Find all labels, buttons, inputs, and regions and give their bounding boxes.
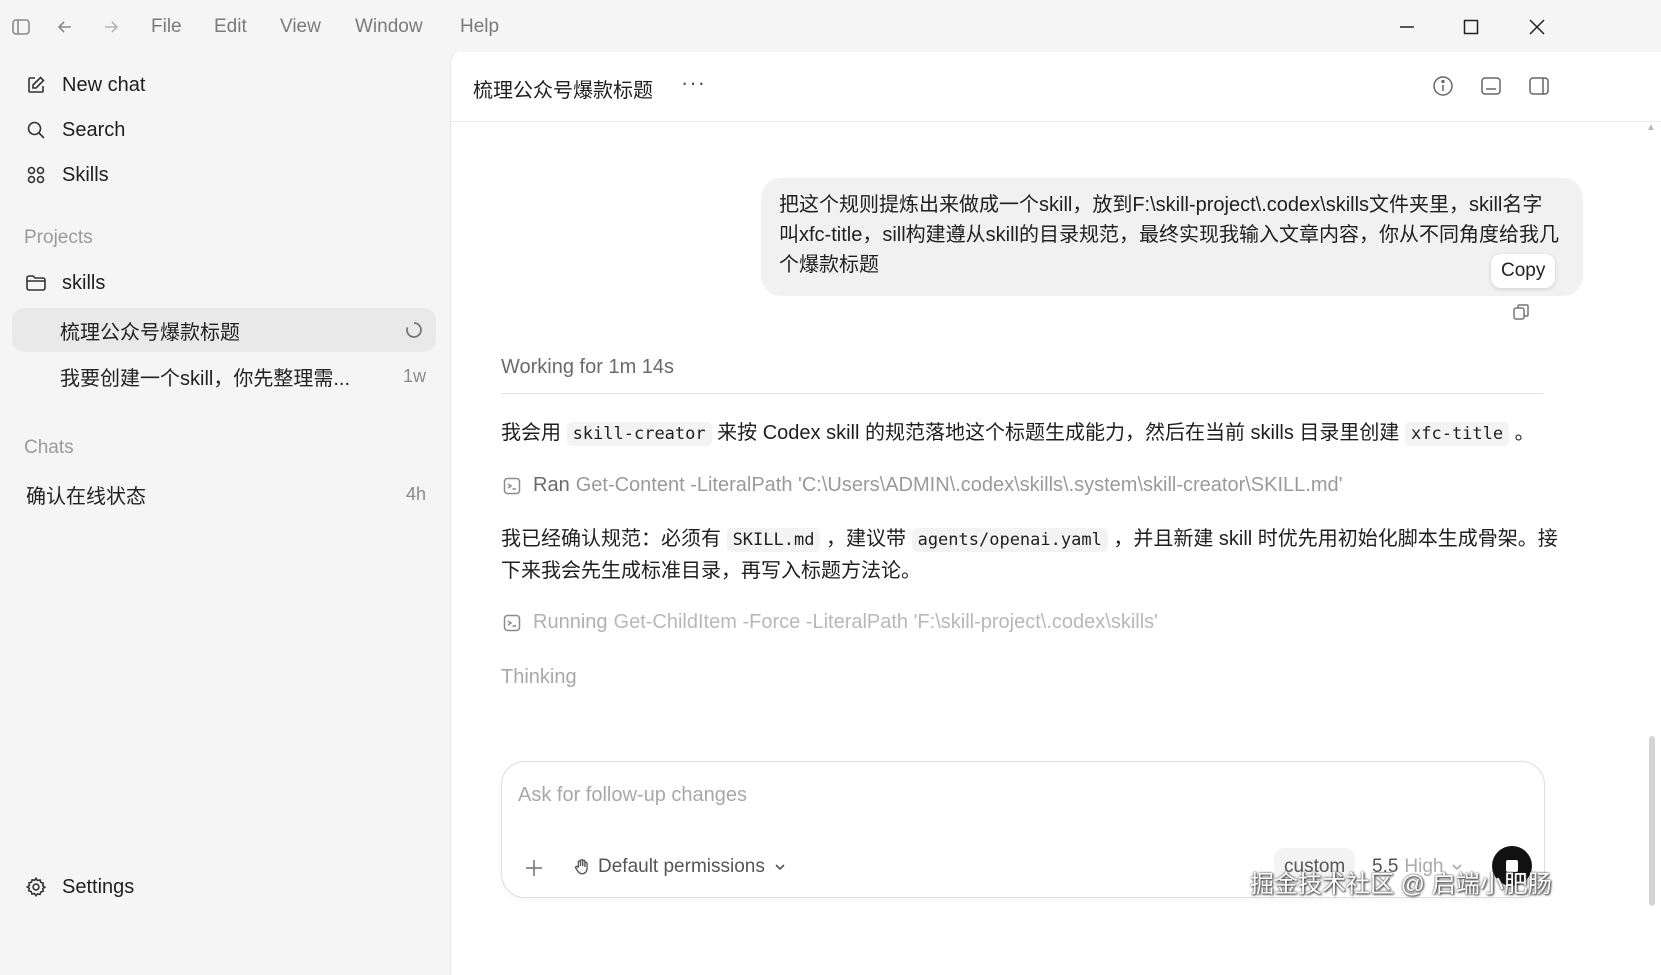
thread-item-active[interactable]: 梳理公众号爆款标题 [12, 308, 436, 352]
chat-title: 确认在线状态 [26, 485, 146, 508]
scrollbar[interactable] [1649, 736, 1655, 906]
side-panel-icon[interactable] [1525, 72, 1553, 100]
command-verb: Running [533, 611, 608, 633]
command-text: Get-ChildItem -Force -LiteralPath 'F:\sk… [613, 611, 1158, 633]
thinking-indicator: Thinking [501, 666, 577, 688]
permissions-dropdown[interactable]: Default permissions [572, 856, 787, 878]
text-segment: 来按 Codex skill 的规范落地这个标题生成能力，然后在当前 skill… [711, 422, 1405, 444]
loading-spinner-icon [404, 320, 424, 340]
assistant-paragraph: 我会用 skill-creator 来按 Codex skill 的规范落地这个… [501, 418, 1561, 450]
new-chat-label: New chat [62, 73, 146, 96]
maximize-button[interactable] [1456, 12, 1486, 42]
search-label: Search [62, 118, 126, 141]
scroll-up-icon[interactable]: ▲ [1646, 122, 1656, 133]
edit-icon [24, 73, 48, 97]
menu-view[interactable]: View [280, 16, 321, 38]
search-button[interactable]: Search [24, 113, 125, 147]
text-segment: ，建议带 [820, 528, 912, 550]
terminal-icon [501, 475, 523, 497]
skills-button[interactable]: Skills [24, 158, 109, 192]
copy-tooltip: Copy [1491, 254, 1556, 288]
search-icon [24, 118, 48, 142]
command-running-row[interactable]: Running Get-ChildItem -Force -LiteralPat… [501, 611, 1158, 634]
info-icon[interactable] [1429, 72, 1457, 100]
hand-icon [572, 857, 592, 877]
skills-label: Skills [62, 163, 109, 186]
text-segment: 我已经确认规范：必须有 [501, 528, 727, 550]
new-chat-button[interactable]: New chat [24, 68, 145, 102]
add-attachment-button[interactable] [520, 854, 548, 882]
sidebar-toggle-icon[interactable] [8, 14, 34, 40]
command-text: Get-Content -LiteralPath 'C:\Users\ADMIN… [575, 474, 1343, 496]
skills-grid-icon [24, 163, 48, 187]
command-ran-row[interactable]: Ran Get-Content -LiteralPath 'C:\Users\A… [501, 474, 1342, 497]
copy-icon[interactable] [1509, 300, 1533, 324]
assistant-paragraph: 我已经确认规范：必须有 SKILL.md ，建议带 agents/openai.… [501, 524, 1561, 587]
gear-icon [24, 875, 48, 899]
projects-section-label: Projects [24, 227, 93, 248]
settings-button[interactable]: Settings [24, 870, 134, 904]
inline-code: xfc-title [1405, 422, 1510, 446]
more-options-button[interactable]: ··· [681, 70, 706, 96]
thread-title: 梳理公众号爆款标题 [60, 321, 240, 344]
project-item-skills[interactable]: skills [24, 266, 105, 300]
inline-code: agents/openai.yaml [911, 528, 1108, 552]
follow-up-input[interactable] [518, 778, 1518, 812]
user-message-bubble: 把这个规则提炼出来做成一个skill，放到F:\skill-project\.c… [761, 178, 1583, 296]
forward-arrow-icon[interactable] [98, 14, 124, 40]
title-bar: File Edit View Window Help [0, 0, 1661, 52]
text-segment: 。 [1509, 422, 1535, 444]
chats-section-label: Chats [24, 437, 74, 458]
working-status: Working for 1m 14s [501, 356, 675, 378]
conversation-header: 梳理公众号爆款标题 ··· [451, 52, 1661, 122]
main-panel: 把这个规则提炼出来做成一个skill，放到F:\skill-project\.c… [450, 52, 1661, 975]
menu-edit[interactable]: Edit [214, 16, 247, 38]
bottom-panel-icon[interactable] [1477, 72, 1505, 100]
project-name: skills [62, 271, 106, 294]
divider [501, 393, 1543, 394]
folder-icon [24, 271, 48, 295]
chat-age: 4h [405, 483, 426, 504]
inline-code: skill-creator [566, 422, 712, 446]
conversation-title: 梳理公众号爆款标题 [473, 80, 653, 102]
menu-file[interactable]: File [151, 16, 182, 38]
command-verb: Ran [533, 474, 570, 496]
settings-label: Settings [62, 875, 135, 898]
text-segment: 我会用 [501, 422, 567, 444]
close-button[interactable] [1522, 12, 1552, 42]
chevron-down-icon [773, 860, 787, 874]
watermark: 掘金技术社区 @ 启端小肥肠 [1250, 871, 1552, 898]
thread-item[interactable]: 我要创建一个skill，你先整理需... 1w [12, 354, 436, 398]
thread-age: 1w [402, 365, 426, 386]
terminal-icon [501, 612, 523, 634]
back-arrow-icon[interactable] [52, 14, 78, 40]
menu-help[interactable]: Help [460, 16, 499, 38]
permissions-label: Default permissions [598, 856, 765, 877]
sidebar: New chat Search Skills Projects skills 梳… [0, 52, 450, 975]
inline-code: SKILL.md [726, 528, 821, 552]
chat-item[interactable]: 确认在线状态 4h [12, 472, 436, 516]
menu-window[interactable]: Window [355, 16, 423, 38]
minimize-button[interactable] [1392, 12, 1422, 42]
thread-title: 我要创建一个skill，你先整理需... [60, 367, 350, 390]
